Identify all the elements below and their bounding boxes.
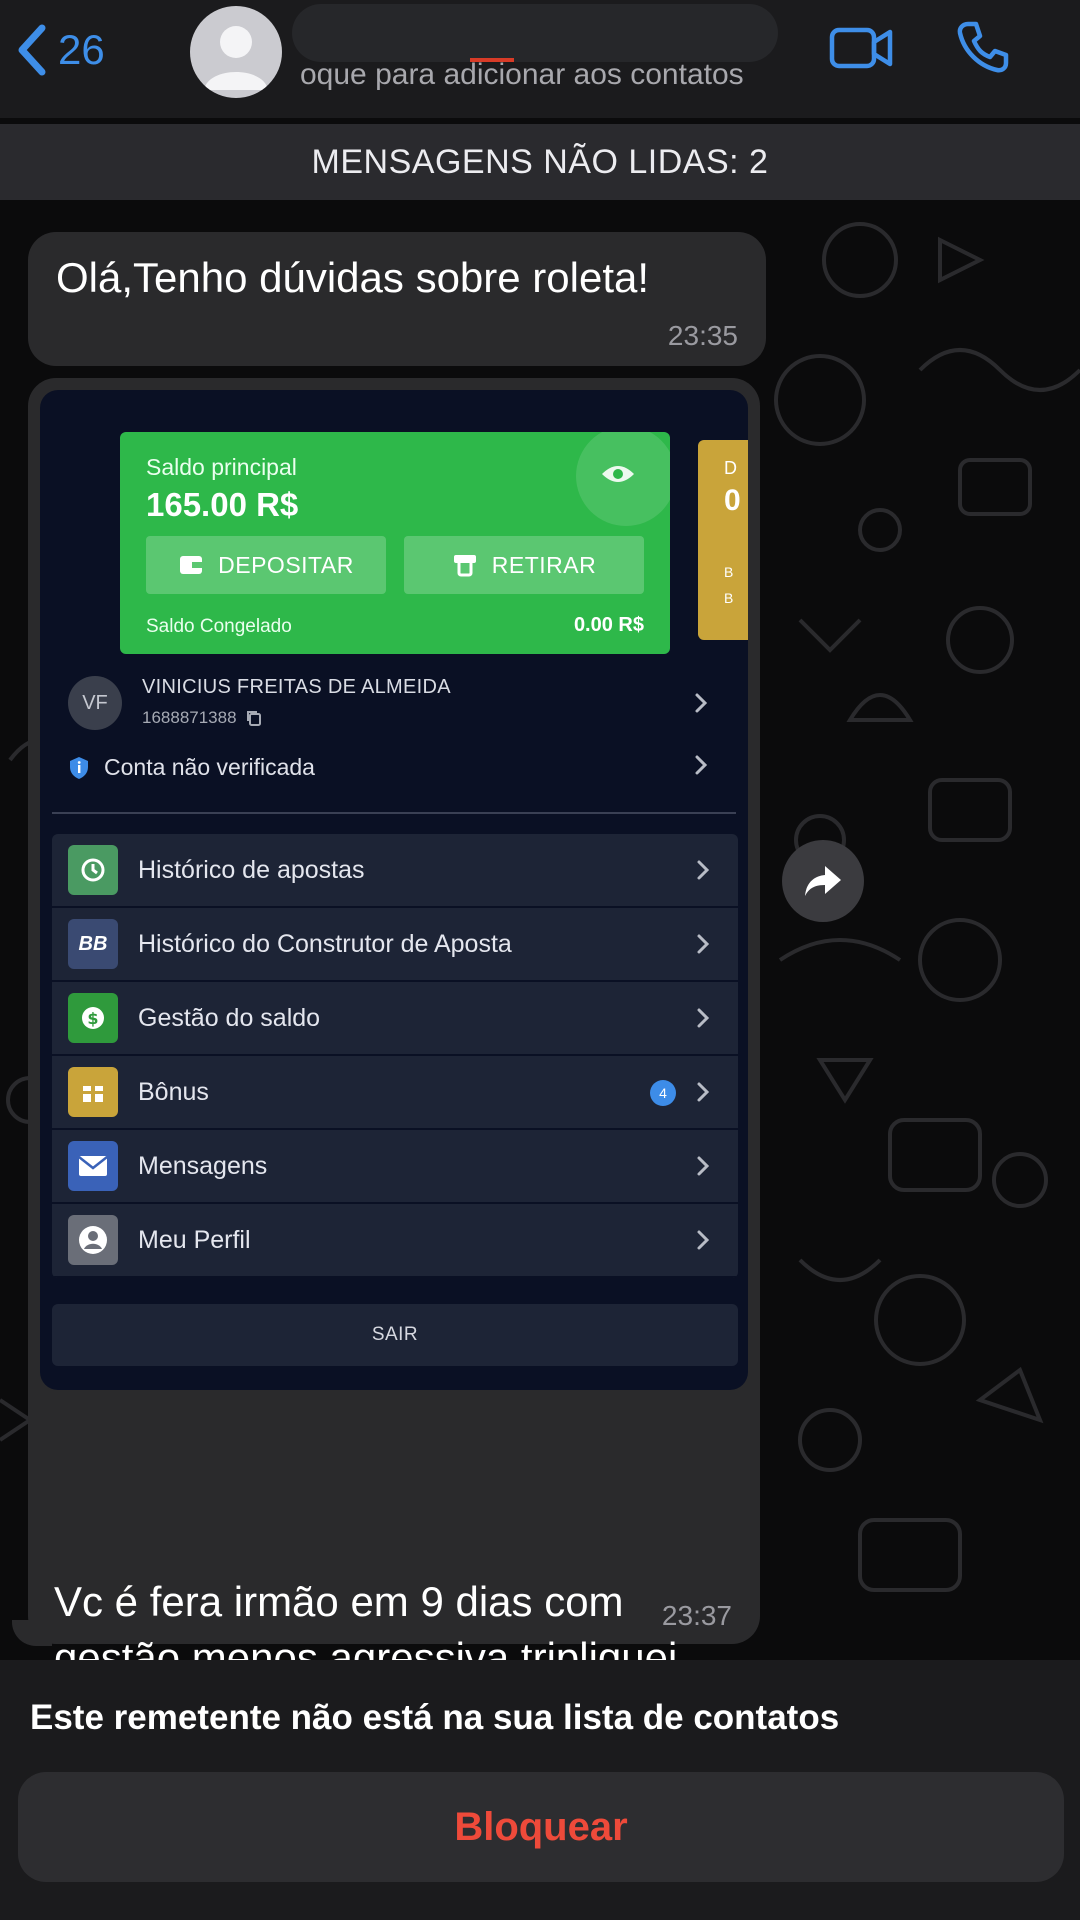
frozen-balance-value: 0.00 R$ xyxy=(573,614,644,636)
attached-screenshot[interactable]: Saldo principal 165.00 R$ DEPOSITAR RETI… xyxy=(40,390,748,1390)
chevron-right-icon xyxy=(697,1230,710,1250)
forward-arrow-icon xyxy=(805,866,841,896)
chevron-left-icon xyxy=(18,24,46,76)
unread-chats-count: 26 xyxy=(58,26,105,73)
message-time: 23:37 xyxy=(661,1600,732,1631)
voice-call-button[interactable] xyxy=(954,18,1012,81)
gift-icon xyxy=(68,1067,118,1117)
wallet-icon xyxy=(180,556,203,574)
chevron-right-icon xyxy=(697,934,710,954)
chevron-right-icon xyxy=(695,755,708,775)
withdraw-button: RETIRAR xyxy=(404,536,644,594)
menu-label: Bônus xyxy=(138,1077,209,1106)
verification-label: Conta não verificada xyxy=(104,754,315,780)
default-user-icon xyxy=(204,26,268,90)
verification-status: Conta não verificada xyxy=(68,754,315,781)
block-button[interactable]: Bloquear xyxy=(18,1772,1064,1882)
unknown-sender-panel: Este remetente não está na sua lista de … xyxy=(0,1660,1080,1920)
contact-subtitle[interactable]: oque para adicionar aos contatos xyxy=(300,58,744,92)
video-camera-icon xyxy=(829,27,893,69)
chevron-right-icon xyxy=(695,693,708,713)
atm-icon xyxy=(453,555,476,577)
menu-item-messages: Mensagens xyxy=(52,1130,738,1204)
chat-area[interactable]: Olá,Tenho dúvidas sobre roleta! 23:35 Sa… xyxy=(0,200,1080,1660)
unknown-sender-notice: Este remetente não está na sua lista de … xyxy=(30,1698,840,1737)
gear-money-icon: $ xyxy=(68,993,118,1043)
shield-info-icon xyxy=(70,756,88,779)
message-text: Vc é fera irmão em 9 dias com gestão men… xyxy=(54,1578,678,1660)
user-id: 1688871388 xyxy=(142,708,263,728)
account-menu: Histórico de apostas BB Histórico do Con… xyxy=(52,834,738,1278)
balance-amount: 165.00 R$ xyxy=(146,486,299,523)
user-name: VINICIUS FREITAS DE ALMEIDA xyxy=(142,676,451,698)
message-time: 23:35 xyxy=(667,320,738,351)
chat-header: 26 oque para adicionar aos contatos xyxy=(0,0,1080,118)
message-text: Olá,Tenho dúvidas sobre roleta! xyxy=(56,254,650,301)
withdraw-label: RETIRAR xyxy=(491,551,597,578)
menu-label: Mensagens xyxy=(138,1151,268,1180)
menu-label: Histórico do Construtor de Aposta xyxy=(138,929,512,958)
menu-item-bonus: Bônus 4 xyxy=(52,1056,738,1130)
menu-item-bet-builder-history: BB Histórico do Construtor de Aposta xyxy=(52,908,738,982)
unread-messages-banner: MENSAGENS NÃO LIDAS: 2 xyxy=(0,124,1080,200)
menu-label: Gestão do saldo xyxy=(138,1003,321,1032)
balance-label: Saldo principal xyxy=(146,454,297,480)
deposit-label: DEPOSITAR xyxy=(218,551,354,578)
menu-label: Histórico de apostas xyxy=(138,855,365,884)
user-id-value: 1688871388 xyxy=(142,708,237,727)
divider xyxy=(52,812,736,814)
history-icon xyxy=(68,845,118,895)
message-bubble[interactable]: Olá,Tenho dúvidas sobre roleta! 23:35 xyxy=(28,232,766,366)
menu-label: Meu Perfil xyxy=(138,1225,251,1254)
forward-button[interactable] xyxy=(782,840,864,922)
deposit-button: DEPOSITAR xyxy=(146,536,386,594)
envelope-icon xyxy=(68,1141,118,1191)
menu-item-bet-history: Histórico de apostas xyxy=(52,834,738,908)
phone-icon xyxy=(957,21,1009,73)
back-button[interactable]: 26 xyxy=(14,20,105,80)
frozen-balance-label: Saldo Congelado xyxy=(146,616,292,637)
bb-icon: BB xyxy=(68,919,118,969)
chevron-right-icon xyxy=(697,860,710,880)
bonus-count-badge: 4 xyxy=(650,1080,676,1106)
bonus-balance-card-partial: D 0 B B xyxy=(698,440,748,640)
contact-name-redacted xyxy=(292,4,778,62)
chevron-right-icon xyxy=(697,1082,710,1102)
menu-item-balance-management: $ Gestão do saldo xyxy=(52,982,738,1056)
chevron-right-icon xyxy=(697,1156,710,1176)
menu-item-profile: Meu Perfil xyxy=(52,1204,738,1278)
user-icon xyxy=(68,1215,118,1265)
image-message-bubble[interactable]: Saldo principal 165.00 R$ DEPOSITAR RETI… xyxy=(28,378,760,1660)
contact-avatar[interactable] xyxy=(190,6,282,98)
user-avatar: VF xyxy=(68,676,122,730)
chevron-right-icon xyxy=(697,1008,710,1028)
copy-icon xyxy=(246,711,261,726)
eye-icon xyxy=(602,466,634,482)
logout-button: SAIR xyxy=(52,1304,738,1366)
svg-text:$: $ xyxy=(87,1009,98,1028)
balance-card: Saldo principal 165.00 R$ DEPOSITAR RETI… xyxy=(120,432,670,654)
video-call-button[interactable] xyxy=(828,22,896,79)
